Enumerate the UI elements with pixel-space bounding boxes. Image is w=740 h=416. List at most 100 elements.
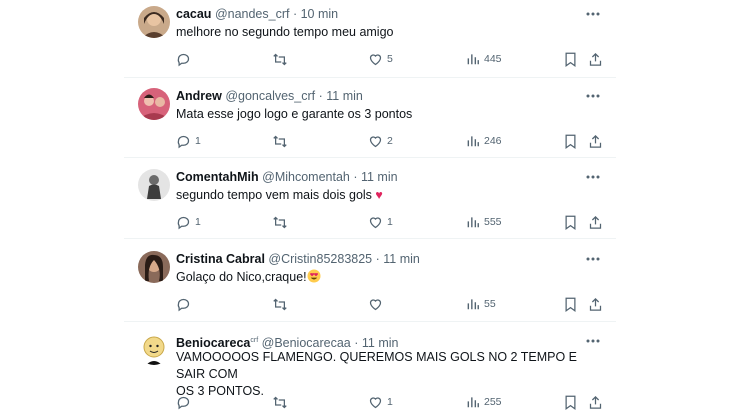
divider bbox=[124, 157, 616, 158]
bookmark-button[interactable] bbox=[564, 295, 577, 313]
handle[interactable]: @Cristin85283825 bbox=[268, 252, 372, 266]
share-icon bbox=[588, 52, 603, 67]
display-name[interactable]: Cristina Cabral bbox=[176, 252, 265, 266]
like-button[interactable] bbox=[368, 295, 387, 313]
more-icon[interactable] bbox=[584, 6, 602, 22]
like-count: 2 bbox=[387, 135, 393, 147]
reply-button[interactable]: 1 bbox=[176, 132, 201, 150]
retweet-icon bbox=[272, 215, 288, 230]
views-icon bbox=[466, 52, 480, 66]
share-button[interactable] bbox=[588, 295, 603, 313]
handle[interactable]: @goncalves_crf bbox=[225, 89, 315, 103]
timestamp[interactable]: · 10 min bbox=[293, 7, 338, 21]
like-count: 1 bbox=[387, 396, 393, 408]
like-count: 5 bbox=[387, 53, 393, 65]
retweet-button[interactable] bbox=[272, 393, 288, 411]
retweet-button[interactable] bbox=[272, 295, 288, 313]
views-button[interactable]: 246 bbox=[466, 132, 502, 150]
more-icon[interactable] bbox=[584, 333, 602, 349]
bookmark-icon bbox=[564, 134, 577, 149]
like-button[interactable]: 1 bbox=[368, 393, 393, 411]
handle[interactable]: @nandes_crf bbox=[215, 7, 290, 21]
tweet-text-line: melhore no segundo tempo meu amigo bbox=[176, 25, 394, 39]
more-icon[interactable] bbox=[584, 88, 602, 104]
timestamp[interactable]: · 11 min bbox=[353, 170, 397, 184]
display-name[interactable]: cacau bbox=[176, 7, 211, 21]
divider bbox=[124, 238, 616, 239]
bookmark-button[interactable] bbox=[564, 50, 577, 68]
bookmark-button[interactable] bbox=[564, 213, 577, 231]
reply-button[interactable] bbox=[176, 295, 195, 313]
tweet-text: Mata esse jogo logo e garante os 3 ponto… bbox=[176, 106, 606, 123]
views-icon bbox=[466, 134, 480, 148]
views-button[interactable]: 55 bbox=[466, 295, 496, 313]
reply-count: 1 bbox=[195, 216, 201, 228]
divider bbox=[124, 77, 616, 78]
share-button[interactable] bbox=[588, 132, 603, 150]
avatar[interactable] bbox=[138, 88, 170, 120]
retweet-icon bbox=[272, 395, 288, 410]
like-button[interactable]: 2 bbox=[368, 132, 393, 150]
share-icon bbox=[588, 297, 603, 312]
like-button[interactable]: 5 bbox=[368, 50, 393, 68]
reply-button[interactable]: 1 bbox=[176, 213, 201, 231]
reply-icon bbox=[176, 215, 191, 230]
name-superscript: crf bbox=[250, 337, 259, 344]
retweet-button[interactable] bbox=[272, 132, 288, 150]
tweet-actions: 55 bbox=[176, 295, 606, 313]
reply-button[interactable] bbox=[176, 393, 195, 411]
views-count: 55 bbox=[484, 298, 496, 310]
tweet-text-line: Golaço do Nico,craque! bbox=[176, 270, 307, 284]
retweet-button[interactable] bbox=[272, 213, 288, 231]
bookmark-icon bbox=[564, 297, 577, 312]
like-button[interactable]: 1 bbox=[368, 213, 393, 231]
like-icon bbox=[368, 297, 383, 312]
tweet-header: cacau @nandes_crf · 10 min bbox=[176, 6, 338, 22]
tweet-header: ComentahMih @Mihcomentah · 11 min bbox=[176, 169, 398, 185]
retweet-button[interactable] bbox=[272, 50, 288, 68]
share-button[interactable] bbox=[588, 213, 603, 231]
more-icon[interactable] bbox=[584, 169, 602, 185]
tweet-item[interactable]: Beniocarecacrf @Beniocarecaa · 11 min VA… bbox=[124, 333, 616, 416]
display-name[interactable]: ComentahMih bbox=[176, 170, 259, 184]
like-icon bbox=[368, 52, 383, 67]
like-count: 1 bbox=[387, 216, 393, 228]
heart-eyes-emoji bbox=[307, 269, 321, 283]
handle[interactable]: @Mihcomentah bbox=[262, 170, 350, 184]
share-icon bbox=[588, 215, 603, 230]
views-button[interactable]: 255 bbox=[466, 393, 502, 411]
avatar[interactable] bbox=[138, 251, 170, 283]
views-icon bbox=[466, 395, 480, 409]
more-icon[interactable] bbox=[584, 251, 602, 267]
bookmark-button[interactable] bbox=[564, 393, 577, 411]
reply-icon bbox=[176, 134, 191, 149]
avatar[interactable] bbox=[138, 6, 170, 38]
like-icon bbox=[368, 395, 383, 410]
bookmark-icon bbox=[564, 52, 577, 67]
tweet-item[interactable]: cacau @nandes_crf · 10 min melhore no se… bbox=[124, 6, 616, 78]
display-name[interactable]: Andrew bbox=[176, 89, 222, 103]
reply-button[interactable] bbox=[176, 50, 195, 68]
avatar[interactable] bbox=[138, 169, 170, 201]
share-button[interactable] bbox=[588, 393, 603, 411]
tweet-item[interactable]: ComentahMih @Mihcomentah · 11 min segund… bbox=[124, 169, 616, 235]
views-button[interactable]: 445 bbox=[466, 50, 502, 68]
timestamp[interactable]: · 11 min bbox=[319, 89, 363, 103]
views-button[interactable]: 555 bbox=[466, 213, 502, 231]
avatar[interactable] bbox=[138, 333, 170, 365]
bookmark-icon bbox=[564, 395, 577, 410]
tweet-header: Cristina Cabral @Cristin85283825 · 11 mi… bbox=[176, 251, 420, 267]
tweet-header: Andrew @goncalves_crf · 11 min bbox=[176, 88, 363, 104]
share-button[interactable] bbox=[588, 50, 603, 68]
bookmark-icon bbox=[564, 215, 577, 230]
tweet-item[interactable]: Cristina Cabral @Cristin85283825 · 11 mi… bbox=[124, 251, 616, 317]
tweet-actions: 1 255 bbox=[176, 393, 606, 411]
bookmark-button[interactable] bbox=[564, 132, 577, 150]
tweet-item[interactable]: Andrew @goncalves_crf · 11 min Mata esse… bbox=[124, 88, 616, 154]
like-icon bbox=[368, 215, 383, 230]
timestamp[interactable]: · 11 min bbox=[376, 252, 420, 266]
retweet-icon bbox=[272, 134, 288, 149]
divider bbox=[124, 321, 616, 322]
views-count: 445 bbox=[484, 53, 502, 65]
tweet-actions: 5 445 bbox=[176, 50, 606, 68]
